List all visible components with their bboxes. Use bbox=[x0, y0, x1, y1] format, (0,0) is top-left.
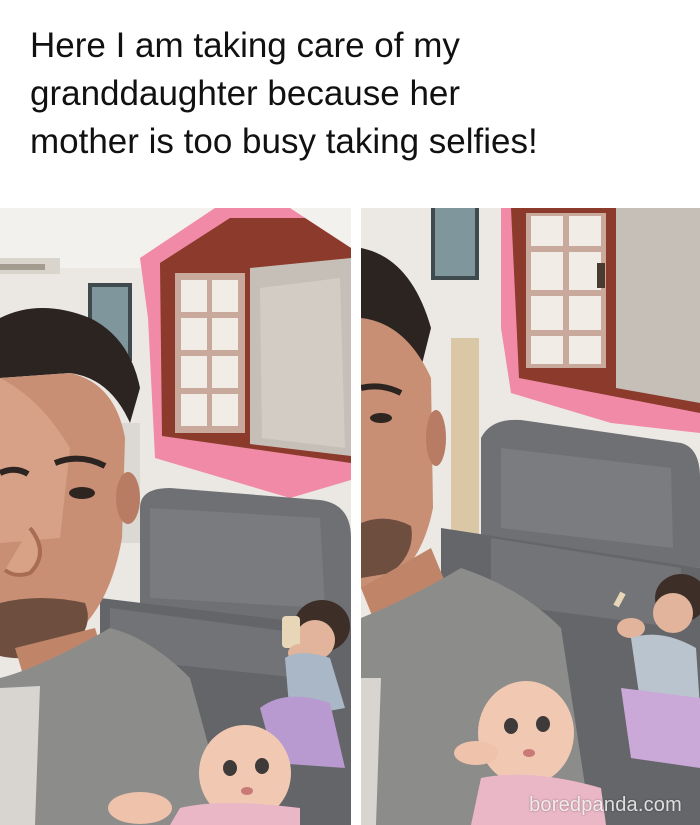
selfie-right-image bbox=[361, 208, 700, 825]
meme-caption: Here I am taking care of my granddaughte… bbox=[30, 22, 680, 166]
selfie-photo-right: boredpanda.com bbox=[361, 208, 700, 825]
selfie-left-image bbox=[0, 208, 351, 825]
caption-line-3: mother is too busy taking selfies! bbox=[30, 122, 538, 161]
boredpanda-watermark: boredpanda.com bbox=[529, 794, 682, 816]
caption-line-2: granddaughter because her bbox=[30, 74, 461, 113]
caption-line-1: Here I am taking care of my bbox=[30, 26, 460, 65]
selfie-photo-left bbox=[0, 208, 351, 825]
photo-divider bbox=[351, 208, 361, 825]
